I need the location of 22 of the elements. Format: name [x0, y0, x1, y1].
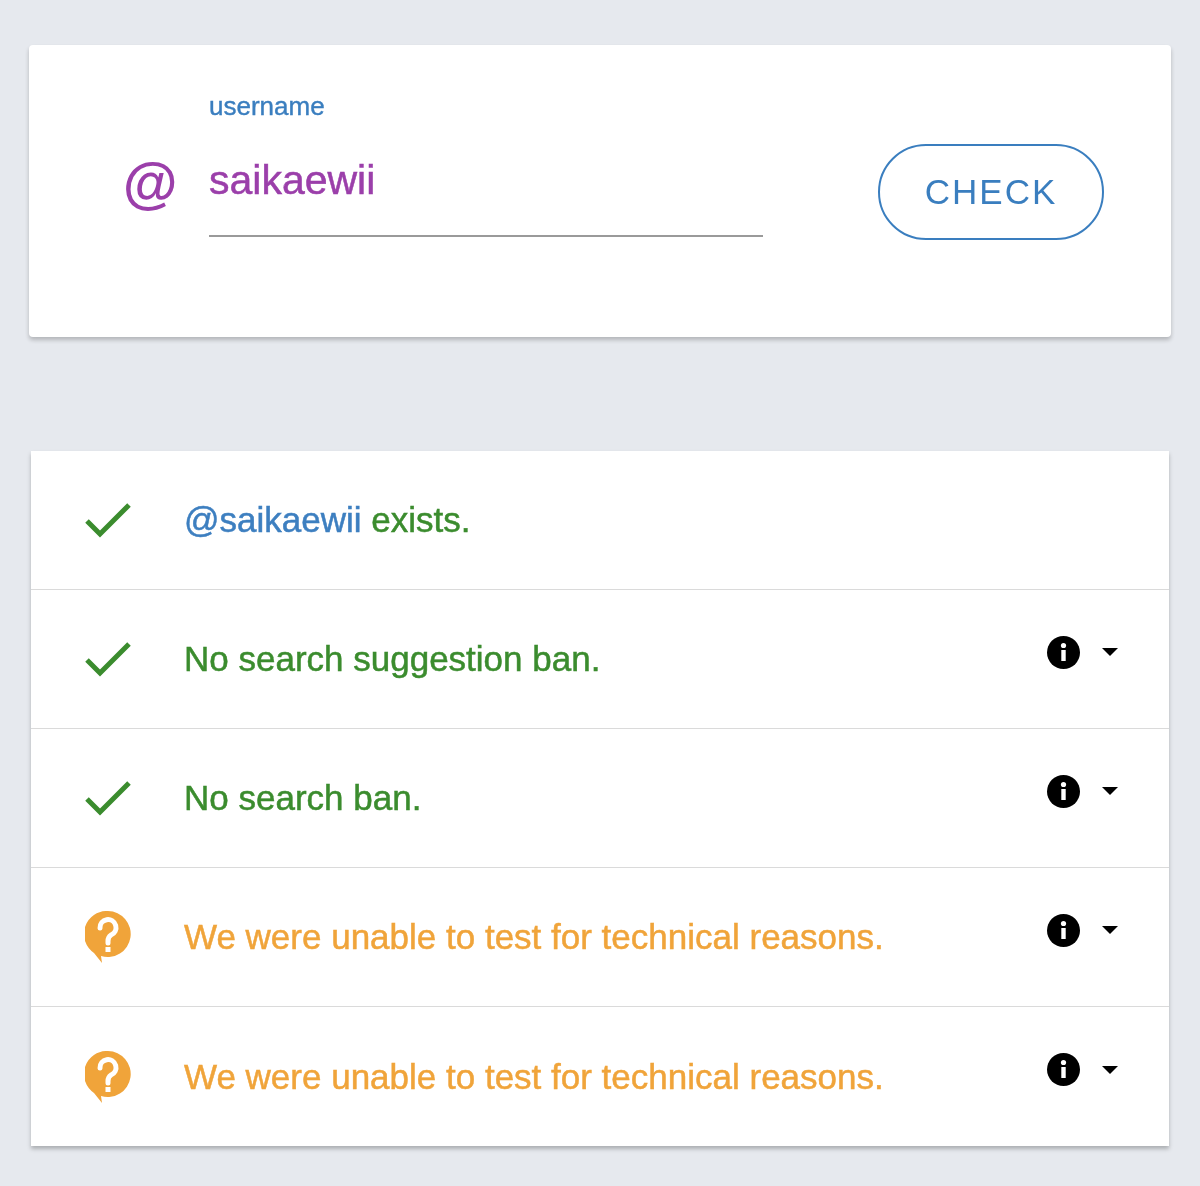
question-bubble-icon: [85, 1050, 131, 1103]
info-icon[interactable]: [1047, 913, 1080, 947]
check-button[interactable]: CHECK: [878, 144, 1104, 240]
username-input[interactable]: saikaewii: [209, 140, 763, 237]
check-icon: [85, 641, 131, 677]
check-icon: [85, 780, 131, 816]
info-icon[interactable]: [1047, 635, 1080, 669]
caret-icon[interactable]: [1102, 926, 1118, 934]
info-icon[interactable]: [1047, 1053, 1080, 1086]
info-icon[interactable]: [1047, 774, 1080, 808]
check-icon: [85, 502, 131, 538]
caret-icon[interactable]: [1102, 787, 1118, 795]
result-message: We were unable to test for technical reasons.: [184, 1055, 884, 1098]
caret-icon[interactable]: [1102, 648, 1118, 656]
result-message: We were unable to test for technical reasons.: [184, 916, 884, 958]
result-message: No search suggestion ban.: [184, 638, 601, 680]
caret-icon[interactable]: [1102, 1065, 1118, 1074]
result-message: @saikaewii exists.: [184, 499, 471, 541]
at-prefix: @: [122, 153, 176, 213]
result-message: No search ban.: [184, 777, 422, 819]
question-bubble-icon: [85, 911, 131, 963]
field-label: username: [209, 90, 325, 122]
